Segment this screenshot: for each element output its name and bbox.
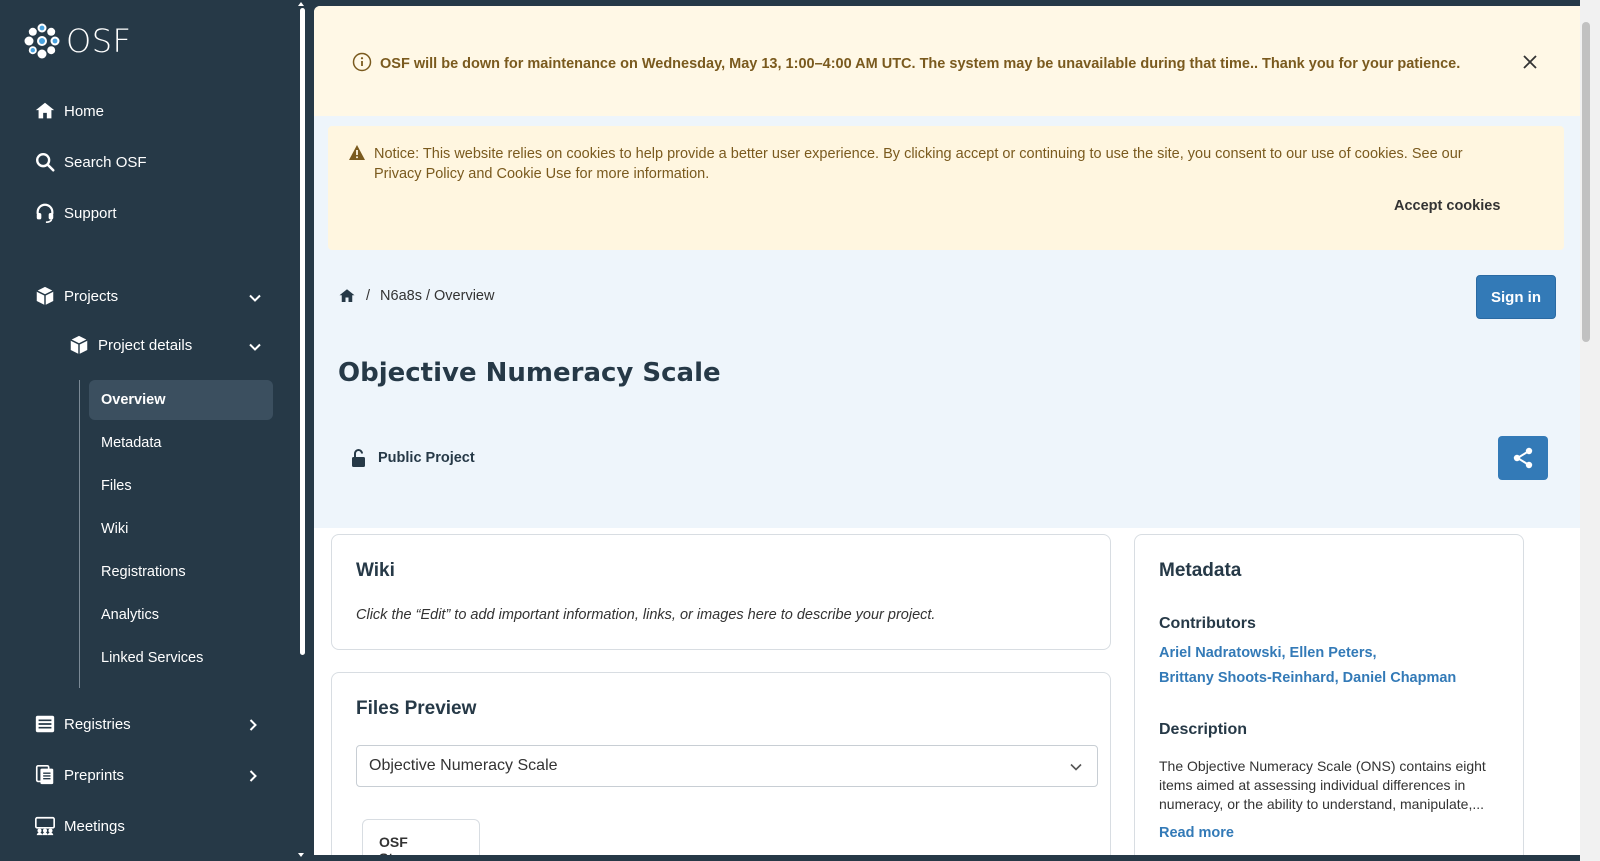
contributors-label: Contributors [1159, 615, 1256, 632]
breadcrumb: / N6a8s / Overview [338, 287, 494, 305]
page-title: Objective Numeracy Scale [338, 358, 721, 388]
share-button[interactable] [1498, 436, 1548, 480]
sidebar-item-wiki[interactable]: Wiki [89, 509, 273, 549]
warning-icon [349, 145, 365, 160]
chevron-down-icon[interactable] [248, 291, 262, 305]
nav-preprints[interactable]: Preprints [34, 764, 124, 786]
sidebar-item-metadata[interactable]: Metadata [89, 423, 273, 463]
sidebar-item-analytics[interactable]: Analytics [89, 595, 273, 635]
osf-logo-text: OSF [66, 22, 132, 60]
files-preview-card: Files Preview Objective Numeracy Scale O… [331, 672, 1111, 855]
info-icon [352, 52, 372, 72]
wiki-body: Click the “Edit” to add important inform… [356, 607, 936, 623]
nav-home[interactable]: Home [34, 100, 104, 122]
nav-projects-label: Projects [64, 287, 119, 305]
files-preview-select[interactable]: Objective Numeracy Scale [356, 745, 1098, 787]
sidebar-item-files[interactable]: Files [89, 466, 273, 506]
cube-icon [36, 286, 54, 306]
description-label: Description [1159, 721, 1248, 738]
metadata-card: Metadata Contributors Ariel Nadratowski,… [1134, 534, 1524, 855]
files-preview-selected: Objective Numeracy Scale [369, 757, 558, 774]
cookie-banner: Notice: This website relies on cookies t… [328, 126, 1564, 250]
nav-project-details[interactable]: Project details [68, 334, 192, 356]
files-preview-title: Files Preview [356, 698, 477, 719]
home-icon[interactable] [338, 287, 356, 305]
cube-icon [70, 335, 88, 355]
main-content: OSF will be down for maintenance on Wedn… [314, 6, 1580, 855]
description-text: The Objective Numeracy Scale (ONS) conta… [1159, 758, 1486, 812]
nav-registries-label: Registries [64, 715, 131, 733]
sidebar-item-linked-services[interactable]: Linked Services [89, 638, 273, 678]
headset-icon [36, 203, 54, 223]
sidebar-scrollbar[interactable] [300, 8, 305, 655]
breadcrumb-separator: / [366, 288, 371, 304]
cookie-notice-text: Notice: This website relies on cookies t… [374, 146, 1463, 182]
sidebar-scroll-up[interactable] [298, 2, 304, 6]
people-icon [35, 816, 55, 836]
wiki-card: Wiki Click the “Edit” to add important i… [331, 534, 1111, 650]
read-more-link[interactable]: Read more [1159, 825, 1234, 841]
nav-support-label: Support [64, 204, 117, 222]
sidebar-scroll-down[interactable] [298, 853, 304, 857]
wiki-card-title: Wiki [356, 560, 395, 581]
sidebar-item-overview[interactable]: Overview [89, 380, 273, 420]
visibility-badge: Public Project [350, 448, 475, 468]
nav-projects[interactable]: Projects [34, 285, 118, 307]
metadata-title: Metadata [1159, 560, 1242, 581]
maintenance-banner: OSF will be down for maintenance on Wedn… [314, 6, 1580, 116]
osf-logo-icon [24, 23, 60, 59]
sidebar: OSF Home Search OSF Support Projects Pro… [0, 0, 300, 861]
nav-search-label: Search OSF [64, 153, 147, 171]
nav-meetings-label: Meetings [64, 817, 125, 835]
home-icon [35, 102, 55, 119]
osf-storage-tab[interactable]: OSF Storage [362, 819, 480, 855]
maintenance-text: OSF will be down for maintenance on Wedn… [380, 56, 1461, 72]
main-scrollbar-thumb[interactable] [1582, 22, 1590, 342]
share-icon [1513, 447, 1533, 469]
search-icon [36, 153, 55, 172]
chevron-right-icon[interactable] [246, 718, 260, 732]
chevron-down-icon[interactable] [248, 340, 262, 354]
document-icon [35, 765, 54, 785]
breadcrumb-path[interactable]: N6a8s / Overview [380, 288, 494, 304]
osf-logo[interactable]: OSF [24, 22, 131, 60]
contributors-line-2[interactable]: Brittany Shoots-Reinhard, Daniel Chapman [1159, 666, 1456, 691]
sign-in-button[interactable]: Sign in [1476, 275, 1556, 319]
nav-preprints-label: Preprints [64, 766, 125, 784]
nav-registries[interactable]: Registries [34, 713, 131, 735]
chevron-right-icon[interactable] [246, 769, 260, 783]
lock-open-icon [352, 449, 365, 467]
nav-meetings[interactable]: Meetings [34, 815, 125, 837]
nav-support[interactable]: Support [34, 202, 117, 224]
visibility-label: Public Project [378, 450, 475, 466]
contributors-line-1[interactable]: Ariel Nadratowski, Ellen Peters, [1159, 641, 1377, 666]
accept-cookies-button[interactable]: Accept cookies [1394, 198, 1500, 214]
list-icon [35, 715, 55, 733]
close-icon[interactable] [1520, 52, 1540, 72]
nav-project-details-label: Project details [98, 336, 193, 354]
nav-search[interactable]: Search OSF [34, 151, 147, 173]
sidebar-item-registrations[interactable]: Registrations [89, 552, 273, 592]
tree-line [79, 380, 80, 688]
chevron-down-icon [1070, 763, 1082, 771]
nav-home-label: Home [64, 102, 105, 120]
